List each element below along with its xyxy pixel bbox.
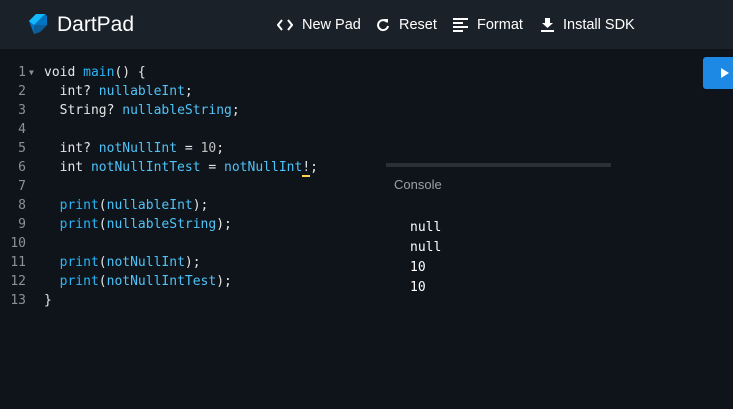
panel-splitter[interactable] (386, 163, 611, 167)
console-line: 10 (410, 260, 426, 275)
reset-button[interactable]: Reset (376, 14, 437, 36)
code-text: print(nullableInt); (59, 198, 209, 213)
code-text: print(notNullIntTest); (59, 274, 232, 289)
format-button[interactable]: Format (453, 14, 523, 36)
code-line[interactable]: 8 print(nullableInt); (0, 196, 385, 215)
console-line: null (410, 220, 442, 235)
code-editor[interactable]: 1 ▼ void main() {2 int? nullableInt; 3 Stri… (0, 49, 385, 409)
line-number: 11 (10, 255, 26, 270)
console-line: null (410, 240, 442, 255)
line-number: 10 (10, 236, 26, 251)
align-left-icon (453, 18, 468, 32)
code-icon (277, 19, 293, 31)
line-number: 1 (18, 65, 26, 80)
code-text: int notNullIntTest = notNullInt!; (44, 160, 318, 177)
code-text: int? notNullInt = 10; (44, 141, 225, 156)
code-text: } (44, 293, 52, 308)
console-line: 10 (410, 280, 426, 295)
line-number: 4 (18, 122, 26, 137)
app-title: DartPad (57, 13, 135, 36)
code-line[interactable]: 6 int notNullIntTest = notNullInt!; (0, 158, 385, 177)
install-sdk-button[interactable]: Install SDK (541, 14, 635, 36)
code-line[interactable]: 2 int? nullableInt; (0, 82, 385, 101)
top-bar: DartPad New Pad Reset Format Install SDK (0, 0, 733, 49)
code-line[interactable]: 12 print(notNullIntTest); (0, 272, 385, 291)
code-line[interactable]: 3 String? nullableString; (0, 101, 385, 120)
new-pad-label: New Pad (302, 17, 361, 33)
line-number: 8 (18, 198, 26, 213)
refresh-icon (377, 19, 389, 32)
code-text: void main() { (44, 65, 146, 80)
run-button[interactable] (703, 57, 733, 89)
code-line[interactable]: 4 (0, 120, 385, 139)
line-number: 2 (18, 84, 26, 99)
line-number: 12 (10, 274, 26, 289)
line-number: 7 (18, 179, 26, 194)
download-icon (541, 18, 554, 32)
code-text: print(nullableString); (59, 217, 232, 232)
code-line[interactable]: 11 print(notNullInt); (0, 253, 385, 272)
line-number: 9 (18, 217, 26, 232)
code-line[interactable]: 5 int? notNullInt = 10; (0, 139, 385, 158)
console-title: Console (394, 177, 442, 192)
code-text: print(notNullInt); (59, 255, 201, 270)
new-pad-button[interactable]: New Pad (277, 14, 361, 36)
format-label: Format (477, 17, 523, 33)
install-sdk-label: Install SDK (563, 17, 635, 33)
console-output: null null 10 10 (410, 218, 441, 298)
code-line[interactable]: 13} (0, 291, 385, 310)
code-text: int? nullableInt; (44, 84, 193, 99)
dart-logo-icon (29, 14, 47, 34)
line-number: 3 (18, 103, 26, 118)
code-line[interactable]: 9 print(nullableString); (0, 215, 385, 234)
code-text: String? nullableString; (44, 103, 240, 118)
play-icon (721, 68, 729, 78)
code-line[interactable]: 7 (0, 177, 385, 196)
fold-arrow-icon[interactable]: ▼ (29, 63, 34, 82)
line-number: 13 (10, 293, 26, 308)
reset-label: Reset (399, 17, 437, 33)
code-line[interactable]: 1 ▼ void main() { (0, 63, 385, 82)
line-number: 5 (18, 141, 26, 156)
line-number: 6 (18, 160, 26, 175)
code-line[interactable]: 10 (0, 234, 385, 253)
